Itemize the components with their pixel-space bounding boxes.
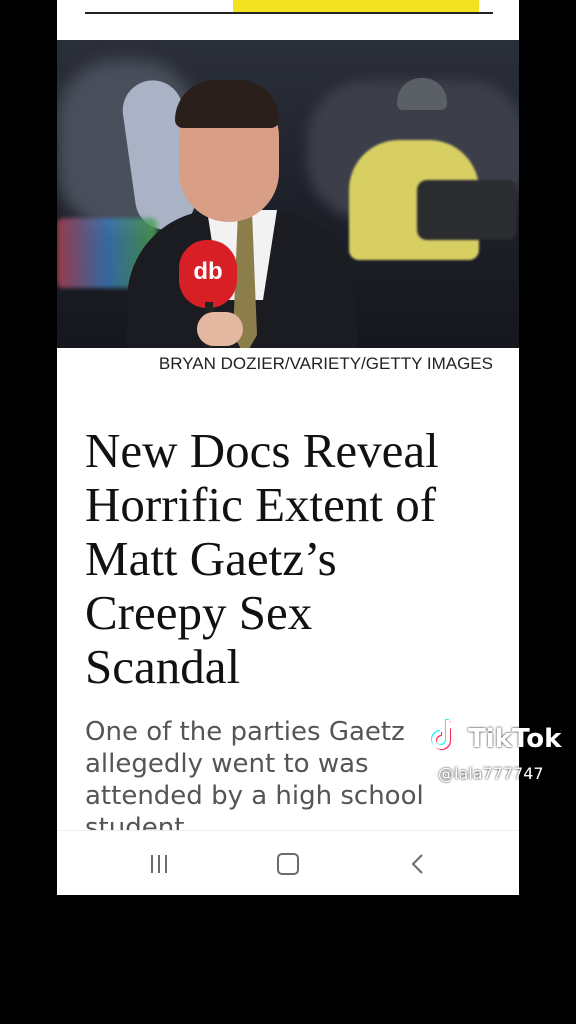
tiktok-handle: @lala777747 — [438, 764, 544, 783]
reading-progress-bar — [57, 0, 519, 40]
android-navigation-bar — [57, 830, 519, 895]
tiktok-brand: TikTok — [468, 724, 562, 754]
headline-line: New Docs Reveal — [85, 423, 439, 478]
progress-fill — [233, 0, 479, 12]
microphone-logo-text: db — [193, 258, 223, 285]
photo-camera — [417, 180, 517, 240]
tiktok-watermark: TikTok @lala777747 — [426, 716, 576, 786]
headline-line: Matt Gaetz’s — [85, 531, 337, 586]
home-button[interactable] — [268, 849, 308, 879]
photo-credit: BRYAN DOZIER/VARIETY/GETTY IMAGES — [158, 354, 493, 373]
photo-hand — [197, 312, 243, 346]
tiktok-logo-icon — [431, 719, 459, 750]
article-photo: db — [57, 40, 519, 348]
recents-icon — [151, 855, 167, 873]
headline-line: Scandal — [85, 639, 241, 694]
back-button[interactable] — [397, 849, 437, 879]
headline: New Docs Reveal Horrific Extent of Matt … — [85, 424, 505, 694]
photo-hair — [175, 80, 279, 128]
headline-line: Creepy Sex — [85, 585, 313, 640]
home-icon — [277, 853, 299, 875]
back-icon — [410, 853, 424, 875]
headline-line: Horrific Extent of — [85, 477, 437, 532]
progress-track — [85, 12, 493, 14]
article-dek: One of the parties Gaetz allegedly went … — [85, 717, 424, 832]
recents-button[interactable] — [139, 849, 179, 879]
